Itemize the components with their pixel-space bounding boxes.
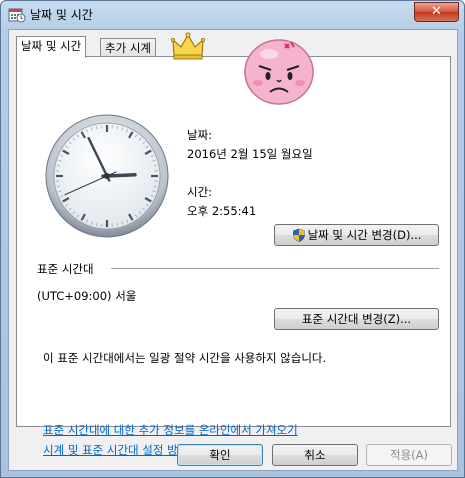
- time-label: 시간:: [187, 185, 213, 199]
- datetime-app-icon: [8, 8, 26, 23]
- clock-timezone-help-link[interactable]: 시계 및 표준 시간대 설정 방법: [43, 442, 188, 458]
- title-bar[interactable]: 날짜 및 시간 ✕: [1, 1, 464, 29]
- date-label: 날짜:: [187, 128, 213, 142]
- timezone-value: (UTC+09:00) 서울: [37, 289, 137, 303]
- crown-icon: [171, 32, 205, 60]
- close-button[interactable]: ✕: [414, 2, 459, 22]
- timezone-section-label: 표준 시간대: [37, 262, 94, 276]
- angry-mascot-icon: [244, 39, 314, 105]
- date-time-panel: 날짜: 2016년 2월 15일 월요일 시간: 오후 2:55:41 날짜 및…: [16, 56, 451, 457]
- uac-shield-icon: [292, 228, 305, 242]
- section-divider: [111, 268, 439, 269]
- change-timezone-button[interactable]: 표준 시간대 변경(Z)...: [274, 308, 439, 330]
- dst-note: 이 표준 시간대에서는 일광 절약 시간을 사용하지 않습니다.: [43, 351, 327, 365]
- dialog-client: 날짜 및 시간 추가 시계 날짜: 2016년 2월 15일 월요일 시간: 오…: [8, 29, 458, 471]
- timezone-online-info-link[interactable]: 표준 시간대에 대한 추가 정보를 온라인에서 가져오기: [43, 422, 298, 438]
- window-title: 날짜 및 시간: [30, 8, 93, 22]
- cancel-button[interactable]: 취소: [272, 444, 358, 466]
- apply-button[interactable]: 적용(A): [366, 444, 452, 466]
- tab-date-time[interactable]: 날짜 및 시간: [16, 36, 87, 58]
- ok-button[interactable]: 확인: [177, 444, 263, 466]
- change-date-time-label: 날짜 및 시간 변경(D)...: [307, 228, 422, 242]
- window-frame: 날짜 및 시간 ✕ 날짜 및 시간 추가 시계 날짜: 2016년 2월 15일…: [0, 0, 465, 478]
- date-value: 2016년 2월 15일 월요일: [187, 147, 313, 161]
- change-date-time-button[interactable]: 날짜 및 시간 변경(D)...: [274, 224, 439, 246]
- tab-additional-clocks[interactable]: 추가 시계: [100, 38, 156, 57]
- time-value: 오후 2:55:41: [187, 204, 257, 218]
- analog-clock: [45, 114, 169, 238]
